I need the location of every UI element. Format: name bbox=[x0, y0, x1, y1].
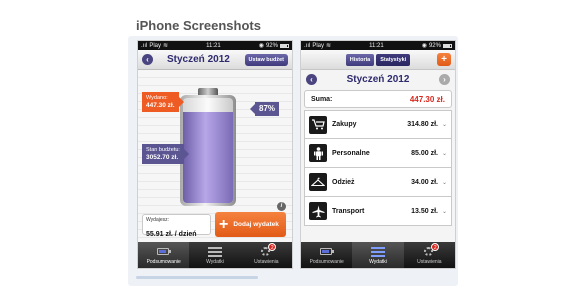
category-list: Suma: 447.30 zł. Zakupy 314.80 zł. ⌄ Per… bbox=[304, 90, 452, 226]
percent-callout: 87% bbox=[249, 102, 280, 116]
sum-label: Suma: bbox=[311, 95, 333, 103]
daily-label: Wydajesz: bbox=[146, 217, 170, 223]
tab-summary[interactable]: Podsumowanie bbox=[301, 242, 352, 268]
month-bar: ‹ Styczeń 2012 › bbox=[301, 70, 455, 89]
rotation-lock-icon: ◉ bbox=[258, 43, 264, 49]
category-value: 85.00 zł. bbox=[411, 149, 438, 157]
tab-label: Ustawienia bbox=[417, 258, 442, 265]
battery-percent: 92% bbox=[265, 42, 278, 49]
list-icon bbox=[370, 246, 386, 257]
signal-icon: .ııl bbox=[141, 42, 148, 49]
battery-icon bbox=[319, 246, 335, 257]
clock: 11:21 bbox=[369, 42, 384, 49]
tab-label: Ustawienia bbox=[254, 258, 279, 265]
segmented-nav: Historia Statystyki + bbox=[301, 50, 455, 70]
tab-bar: Podsumowanie Wydatki 2 Ustawienia bbox=[138, 242, 292, 268]
plane-icon bbox=[309, 202, 327, 220]
category-name: Odzież bbox=[332, 178, 355, 186]
gear-icon: 2 bbox=[421, 242, 440, 257]
carrier-label: Play bbox=[149, 42, 162, 49]
daily-spend-box: Wydajesz: 55.91 zł. / dzień bbox=[142, 214, 211, 238]
tab-label: Podsumowanie bbox=[309, 258, 344, 265]
budget-label: Stan budżetu: bbox=[146, 147, 180, 153]
battery-percent: 92% bbox=[428, 42, 441, 49]
month-title: Styczeń 2012 bbox=[346, 74, 410, 85]
budget-value: 3052.70 zł. bbox=[146, 154, 179, 161]
tab-statistics[interactable]: Statystyki bbox=[376, 53, 411, 66]
screenshot-summary: .ııl Play ≋ 11:21 ◉ 92% ‹ Styczeń 2012 Usta… bbox=[137, 40, 293, 269]
battery-status-icon bbox=[279, 43, 289, 48]
month-title: Styczeń 2012 bbox=[167, 54, 230, 65]
prev-month-button[interactable]: ‹ bbox=[306, 74, 317, 85]
category-name: Personalne bbox=[332, 149, 370, 157]
tab-bar: Podsumowanie Wydatki 2 Ustawienia bbox=[301, 242, 455, 268]
daily-value: 55.91 zł. / dzień bbox=[146, 231, 197, 238]
person-icon bbox=[309, 144, 327, 162]
chevron-down-icon: ⌄ bbox=[441, 150, 447, 157]
category-row-zakupy[interactable]: Zakupy 314.80 zł. ⌄ bbox=[304, 110, 452, 139]
add-expense-label: Dodaj wydatek bbox=[233, 220, 279, 228]
spent-value: 447.30 zł. bbox=[146, 102, 175, 109]
set-budget-button[interactable]: Ustaw budżet bbox=[244, 54, 288, 66]
next-month-button[interactable]: › bbox=[439, 74, 450, 85]
category-row-odziez[interactable]: Odzież 34.00 zł. ⌄ bbox=[304, 168, 452, 197]
tab-settings[interactable]: 2 Ustawienia bbox=[241, 242, 292, 268]
add-button[interactable]: + bbox=[437, 53, 451, 66]
tab-expenses[interactable]: Wydatki bbox=[189, 242, 240, 268]
budget-callout: Stan budżetu: 3052.70 zł. bbox=[142, 144, 189, 164]
status-bar: .ııl Play ≋ 11:21 ◉ 92% bbox=[138, 41, 292, 50]
add-expense-button[interactable]: + Dodaj wydatek bbox=[215, 212, 286, 237]
category-value: 34.00 zł. bbox=[411, 178, 438, 186]
section-title: iPhone Screenshots bbox=[136, 18, 261, 33]
prev-month-button[interactable]: ‹ bbox=[142, 54, 153, 65]
horizontal-scrollbar[interactable] bbox=[136, 276, 258, 279]
tab-expenses[interactable]: Wydatki bbox=[352, 242, 404, 268]
chevron-down-icon: ⌄ bbox=[441, 179, 447, 186]
battery-icon bbox=[156, 246, 172, 257]
wifi-icon: ≋ bbox=[163, 43, 169, 49]
cart-icon bbox=[309, 115, 327, 134]
sum-value: 447.30 zł. bbox=[409, 94, 445, 104]
hanger-icon bbox=[309, 173, 327, 191]
rotation-lock-icon: ◉ bbox=[421, 43, 427, 49]
category-row-transport[interactable]: Transport 13.50 zł. ⌄ bbox=[304, 197, 452, 226]
tab-summary[interactable]: Podsumowanie bbox=[138, 242, 190, 268]
list-icon bbox=[207, 246, 223, 257]
notification-badge: 2 bbox=[268, 242, 277, 251]
screenshot-statistics: .ııl Play ≋ 11:21 ◉ 92% Historia Statystyki… bbox=[300, 40, 456, 269]
tab-settings[interactable]: 2 Ustawienia bbox=[404, 242, 455, 268]
tab-label: Wydatki bbox=[369, 258, 387, 265]
clock: 11:21 bbox=[206, 42, 221, 49]
gear-icon: 2 bbox=[258, 242, 277, 257]
category-value: 13.50 zł. bbox=[411, 207, 438, 215]
tab-label: Wydatki bbox=[206, 258, 224, 265]
chevron-down-icon: ⌄ bbox=[441, 122, 447, 128]
battery-fill-level bbox=[183, 111, 233, 203]
carrier-label: Play bbox=[312, 42, 325, 49]
nav-bar: ‹ Styczeń 2012 Ustaw budżet bbox=[138, 50, 292, 70]
signal-icon: .ııl bbox=[304, 42, 311, 49]
tab-history[interactable]: Historia bbox=[345, 53, 375, 66]
plus-icon: + bbox=[219, 215, 229, 233]
sum-row: Suma: 447.30 zł. bbox=[304, 90, 452, 108]
notification-badge: 2 bbox=[431, 242, 440, 251]
category-name: Transport bbox=[332, 207, 365, 215]
chevron-down-icon: ⌄ bbox=[441, 208, 447, 215]
app-store-frame: iPhone Screenshots .ııl Play ≋ 11:21 ◉ 92% … bbox=[0, 0, 580, 300]
budget-battery-graphic bbox=[180, 88, 236, 206]
percent-value: 87% bbox=[259, 104, 276, 113]
spent-callout: Wydano: 447.30 zł. bbox=[142, 92, 184, 112]
spent-label: Wydano: bbox=[146, 95, 168, 101]
status-bar: .ııl Play ≋ 11:21 ◉ 92% bbox=[301, 41, 455, 50]
wifi-icon: ≋ bbox=[326, 43, 332, 49]
category-row-personalne[interactable]: Personalne 85.00 zł. ⌄ bbox=[304, 139, 452, 168]
category-name: Zakupy bbox=[332, 121, 357, 128]
info-icon[interactable]: i bbox=[277, 202, 286, 211]
battery-status-icon bbox=[442, 43, 452, 48]
category-value: 314.80 zł. bbox=[407, 121, 438, 128]
tab-label: Podsumowanie bbox=[146, 258, 181, 265]
